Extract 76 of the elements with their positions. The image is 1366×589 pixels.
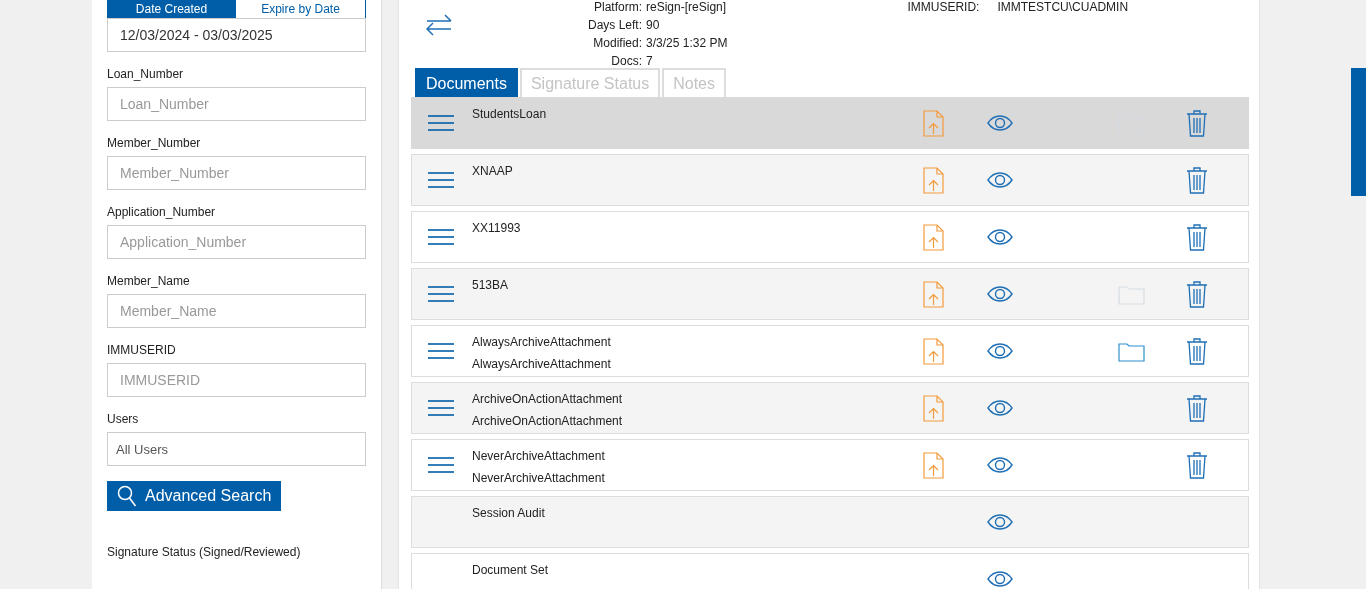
document-row[interactable]: 513BA bbox=[411, 268, 1249, 320]
document-title: ArchiveOnActionAttachment bbox=[472, 392, 624, 406]
eye-icon[interactable] bbox=[987, 571, 1013, 587]
menu-icon[interactable] bbox=[428, 114, 454, 132]
field-label: Signature Status (Signed/Reviewed) bbox=[107, 545, 302, 559]
document-row[interactable]: Document Set bbox=[411, 553, 1249, 589]
eye-icon[interactable] bbox=[987, 229, 1013, 245]
info-label: Platform: bbox=[593, 0, 643, 14]
file-upload-icon[interactable] bbox=[923, 223, 944, 251]
menu-icon[interactable] bbox=[428, 342, 454, 360]
menu-icon[interactable] bbox=[428, 285, 454, 303]
field-label: Application_Number bbox=[107, 205, 217, 219]
document-subtitle: ArchiveOnActionAttachment bbox=[472, 414, 624, 428]
trash-icon[interactable] bbox=[1186, 223, 1208, 251]
field-label: Member_Name bbox=[107, 274, 191, 288]
eye-icon[interactable] bbox=[987, 514, 1013, 530]
eye-icon[interactable] bbox=[987, 457, 1013, 473]
input-field[interactable]: Application_Number bbox=[107, 225, 366, 259]
document-subtitle: NeverArchiveAttachment bbox=[472, 471, 606, 485]
eye-icon[interactable] bbox=[987, 115, 1013, 131]
trash-icon[interactable] bbox=[1186, 109, 1208, 137]
document-row[interactable]: XX11993 bbox=[411, 211, 1249, 263]
eye-icon[interactable] bbox=[987, 286, 1013, 302]
date-range-field[interactable]: 12/03/2024 - 03/03/2025 bbox=[107, 18, 366, 52]
trash-icon[interactable] bbox=[1186, 394, 1208, 422]
field-label: Loan_Number bbox=[107, 67, 185, 81]
document-row[interactable]: AlwaysArchiveAttachment AlwaysArchiveAttachment bbox=[411, 325, 1249, 377]
info-value: reSign-[reSign] bbox=[646, 0, 728, 14]
info-value: IMMTESTCU\CUADMIN bbox=[997, 0, 1129, 14]
menu-icon[interactable] bbox=[428, 456, 454, 474]
document-title: Document Set bbox=[472, 563, 550, 577]
document-subtitle: AlwaysArchiveAttachment bbox=[472, 357, 612, 371]
tab[interactable]: Documents bbox=[415, 68, 518, 97]
info-label: IMMUSERID: bbox=[907, 0, 980, 14]
trash-icon[interactable] bbox=[1186, 166, 1208, 194]
input-field[interactable]: Loan_Number bbox=[107, 87, 366, 121]
search-icon bbox=[117, 485, 137, 507]
info-value: 90 bbox=[646, 18, 661, 32]
menu-icon[interactable] bbox=[428, 399, 454, 417]
field-label: Users bbox=[107, 412, 140, 426]
document-row[interactable]: Session Audit bbox=[411, 496, 1249, 548]
document-row[interactable]: ArchiveOnActionAttachment ArchiveOnActionAttachment bbox=[411, 382, 1249, 434]
advanced-search-button[interactable]: Advanced Search bbox=[107, 481, 282, 511]
document-title: NeverArchiveAttachment bbox=[472, 449, 606, 463]
trash-icon[interactable] bbox=[1186, 337, 1208, 365]
menu-icon[interactable] bbox=[428, 228, 454, 246]
document-title: Session Audit bbox=[472, 506, 546, 520]
input-field[interactable]: Member_Number bbox=[107, 156, 366, 190]
info-value: 7 bbox=[646, 54, 654, 68]
document-title: XX11993 bbox=[472, 221, 522, 235]
eye-icon[interactable] bbox=[987, 172, 1013, 188]
info-label: Days Left: bbox=[588, 18, 643, 32]
field-label: Member_Number bbox=[107, 136, 202, 150]
info-value: 3/3/25 1:32 PM bbox=[646, 36, 728, 50]
document-row[interactable]: NeverArchiveAttachment NeverArchiveAttachment bbox=[411, 439, 1249, 491]
document-row[interactable]: StudentsLoan bbox=[411, 97, 1249, 149]
info-label: Modified: bbox=[592, 36, 643, 50]
input-field[interactable]: IMMUSERID bbox=[107, 363, 366, 397]
document-title: StudentsLoan bbox=[472, 107, 548, 121]
swap-arrows-icon[interactable] bbox=[426, 14, 452, 36]
document-title: AlwaysArchiveAttachment bbox=[472, 335, 612, 349]
menu-icon[interactable] bbox=[428, 171, 454, 189]
document-title: 513BA bbox=[472, 278, 510, 292]
field-label: IMMUSERID bbox=[107, 343, 177, 357]
document-row[interactable]: XNAAP bbox=[411, 154, 1249, 206]
eye-icon[interactable] bbox=[987, 400, 1013, 416]
file-upload-icon[interactable] bbox=[923, 337, 944, 365]
document-title: XNAAP bbox=[472, 164, 514, 178]
trash-icon[interactable] bbox=[1186, 451, 1208, 479]
eye-icon[interactable] bbox=[987, 343, 1013, 359]
date-tab[interactable]: Date Created bbox=[107, 0, 236, 18]
users-dropdown[interactable]: All Users bbox=[107, 432, 366, 466]
input-field[interactable]: Member_Name bbox=[107, 294, 366, 328]
file-upload-icon[interactable] bbox=[923, 451, 944, 479]
info-label: Docs: bbox=[610, 54, 643, 68]
trash-icon[interactable] bbox=[1186, 280, 1208, 308]
